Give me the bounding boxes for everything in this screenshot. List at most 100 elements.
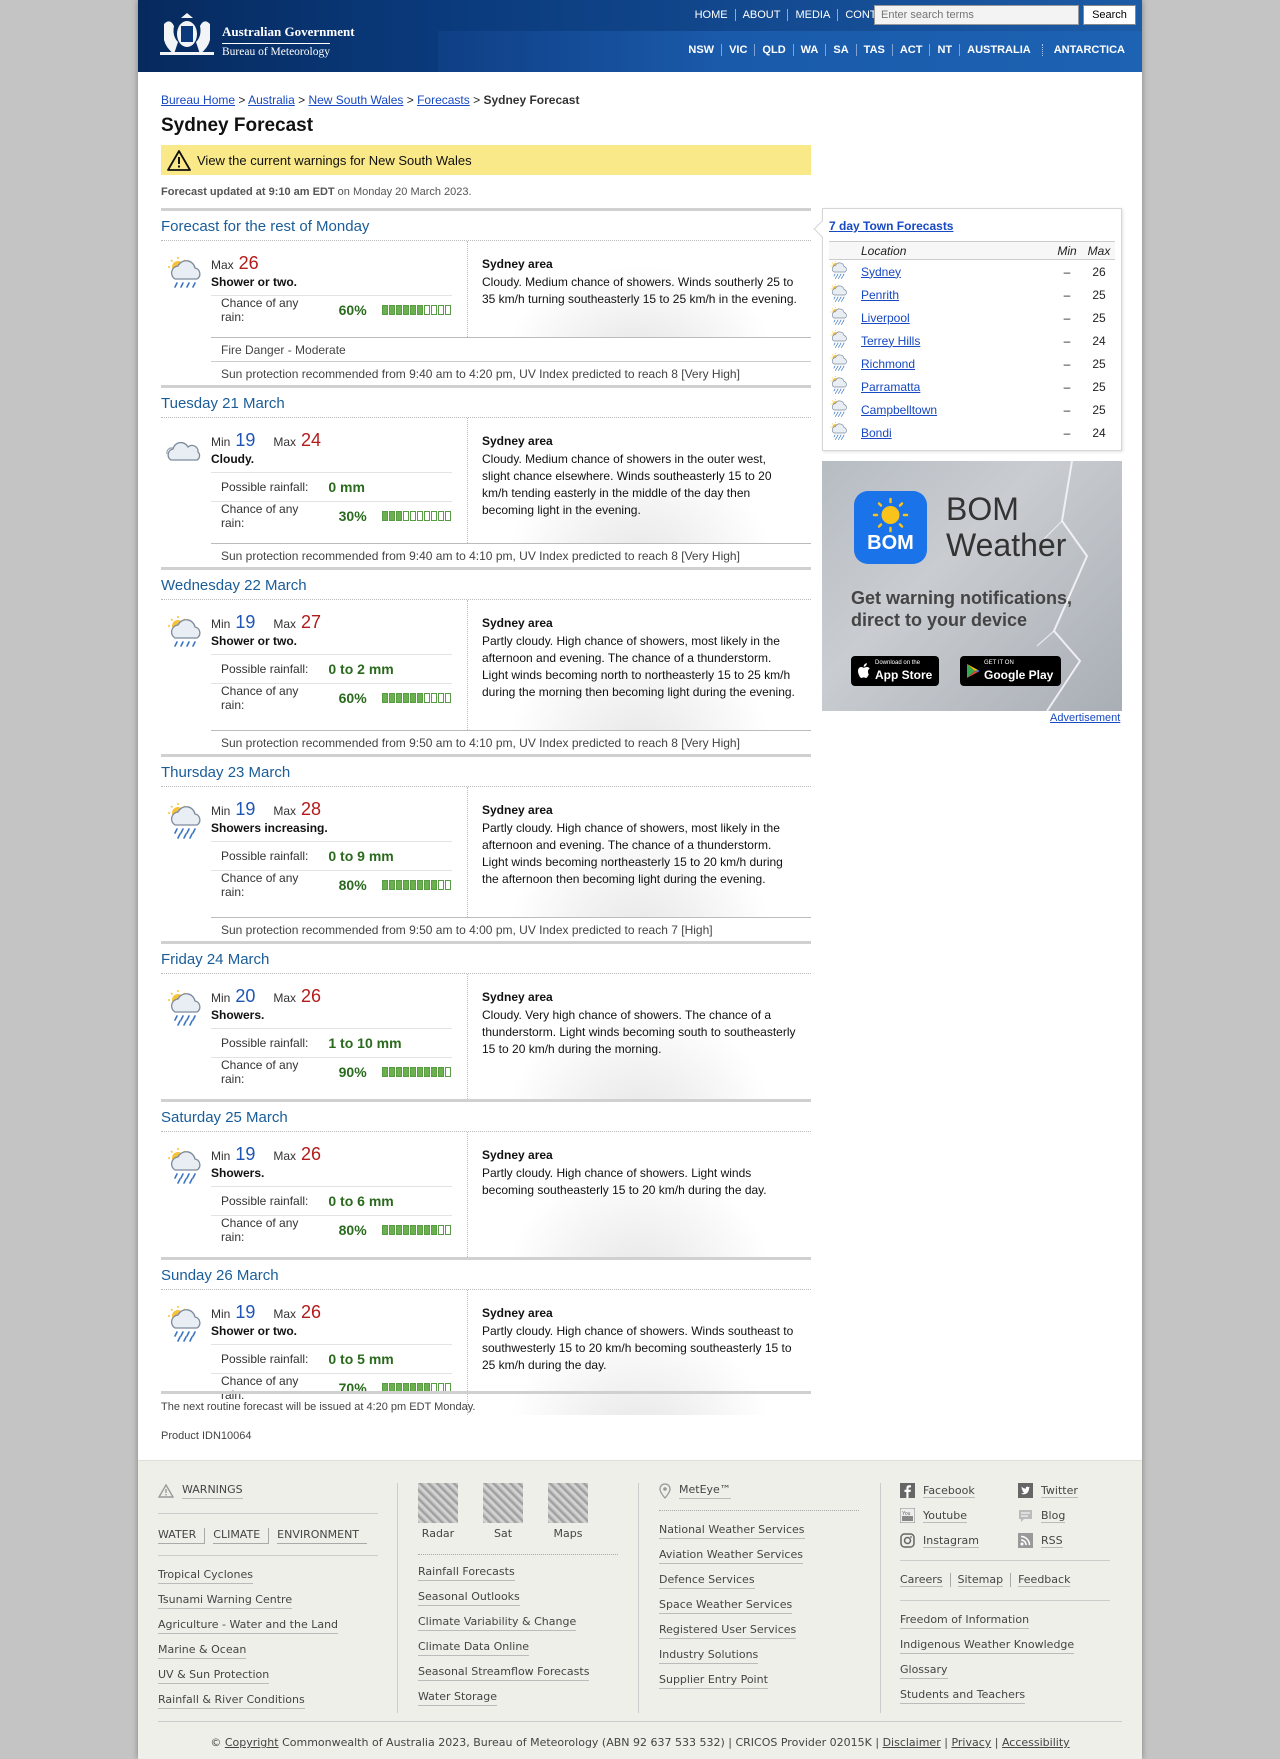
town-link[interactable]: Parramatta: [861, 380, 920, 394]
rain-chance-bars: [382, 1225, 452, 1235]
radar-thumb[interactable]: Radar: [418, 1483, 458, 1540]
instagram-link[interactable]: Instagram: [900, 1533, 1018, 1548]
nav-media[interactable]: MEDIA: [787, 9, 837, 21]
town-link[interactable]: Terrey Hills: [861, 334, 920, 348]
footer-link[interactable]: Glossary: [900, 1663, 948, 1679]
footer-link[interactable]: Industry Solutions: [659, 1648, 759, 1664]
day-summary: Min 19 Max 24 Cloudy. Possible rainfall: 0 mm C…: [211, 418, 452, 530]
nav-tas[interactable]: TAS: [855, 44, 892, 56]
nav-australia[interactable]: AUSTRALIA: [959, 44, 1038, 56]
footer-link[interactable]: Freedom of Information: [900, 1613, 1030, 1629]
footer-tab-environment[interactable]: ENVIRONMENT: [277, 1528, 368, 1544]
footer-link[interactable]: Aviation Weather Services: [659, 1548, 803, 1564]
footer-link[interactable]: Tsunami Warning Centre: [158, 1593, 293, 1609]
facebook-link[interactable]: Facebook: [900, 1483, 1018, 1498]
town-name-cell: Bondi: [861, 421, 1051, 444]
footer-link[interactable]: Water Storage: [418, 1690, 498, 1706]
footer-link[interactable]: Rainfall Forecasts: [418, 1565, 515, 1581]
bom-logo[interactable]: Australian Government Bureau of Meteorol…: [156, 12, 356, 60]
rainfall-value: 0 to 9 mm: [328, 848, 394, 864]
maps-thumb[interactable]: Maps: [548, 1483, 588, 1540]
blog-link[interactable]: Blog: [1018, 1508, 1108, 1523]
footer-link[interactable]: UV & Sun Protection: [158, 1668, 270, 1684]
rss-link[interactable]: RSS: [1018, 1533, 1108, 1548]
feedback-link[interactable]: Feedback: [1018, 1573, 1071, 1587]
town-link[interactable]: Campbelltown: [861, 403, 937, 417]
max-label: Max: [273, 617, 297, 631]
footer-link[interactable]: National Weather Services: [659, 1523, 805, 1539]
nav-nsw[interactable]: NSW: [681, 44, 721, 56]
nav-nt[interactable]: NT: [929, 44, 959, 56]
rainfall-value: 0 to 5 mm: [328, 1351, 394, 1367]
rss-label: RSS: [1041, 1533, 1063, 1548]
footer-link[interactable]: Students and Teachers: [900, 1688, 1026, 1704]
day-extra-info: Sun protection recommended from 9:50 am …: [211, 730, 811, 754]
town-name-cell: Richmond: [861, 352, 1051, 375]
town-link[interactable]: Richmond: [861, 357, 915, 371]
accessibility-link[interactable]: Accessibility: [1002, 1736, 1070, 1749]
footer-link[interactable]: Climate Variability & Change: [418, 1615, 577, 1631]
nav-qld[interactable]: QLD: [754, 44, 792, 56]
facebook-label: Facebook: [923, 1483, 975, 1498]
bom-weather-app-ad[interactable]: BOM BOM Weather Get warning notifications…: [822, 461, 1122, 711]
disclaimer-link[interactable]: Disclaimer: [883, 1736, 941, 1749]
nav-vic[interactable]: VIC: [721, 44, 754, 56]
copyright-link[interactable]: Copyright: [225, 1736, 279, 1749]
footer-tab-water[interactable]: WATER: [158, 1528, 206, 1544]
breadcrumb-australia[interactable]: Australia: [248, 93, 295, 107]
nav-wa[interactable]: WA: [792, 44, 826, 56]
privacy-link[interactable]: Privacy: [951, 1736, 991, 1749]
town-max: 24: [1092, 425, 1106, 440]
sitemap-link[interactable]: Sitemap: [957, 1573, 1004, 1587]
town-link[interactable]: Sydney: [861, 265, 901, 279]
advertisement-link[interactable]: Advertisement: [1050, 712, 1120, 724]
warning-banner[interactable]: View the current warnings for New South …: [161, 145, 811, 175]
footer-link[interactable]: Rainfall & River Conditions: [158, 1693, 305, 1709]
app-store-badge[interactable]: Download on the App Store: [851, 656, 939, 686]
town-forecasts-link[interactable]: 7 day Town Forecasts: [829, 219, 953, 233]
town-link[interactable]: Penrith: [861, 288, 899, 302]
twitter-link[interactable]: Twitter: [1018, 1483, 1108, 1498]
footer-link[interactable]: Marine & Ocean: [158, 1643, 247, 1659]
area-forecast: Sydney area Partly cloudy. High chance of…: [467, 1132, 811, 1257]
footer-link[interactable]: Seasonal Outlooks: [418, 1590, 520, 1606]
footer-link[interactable]: Tropical Cyclones: [158, 1568, 253, 1584]
search-input[interactable]: [874, 5, 1079, 25]
footer-tab-climate[interactable]: CLIMATE: [213, 1528, 270, 1544]
breadcrumb-bureau-home[interactable]: Bureau Home: [161, 93, 235, 107]
footer-warnings[interactable]: WARNINGS: [158, 1483, 378, 1499]
careers-link[interactable]: Careers: [900, 1573, 943, 1587]
th-max: Max: [1083, 241, 1115, 260]
google-play-badge[interactable]: GET IT ON Google Play: [960, 656, 1061, 686]
footer-link[interactable]: Seasonal Streamflow Forecasts: [418, 1665, 590, 1681]
day-summary: Min 19 Max 27 Shower or two. Possible rainfal…: [211, 600, 452, 712]
search-button[interactable]: Search: [1083, 5, 1136, 25]
coat-of-arms-icon: [160, 13, 214, 55]
nav-home[interactable]: HOME: [688, 9, 735, 21]
footer-meteye[interactable]: MetEye™: [659, 1483, 859, 1499]
footer-link[interactable]: Space Weather Services: [659, 1598, 793, 1614]
area-forecast: Sydney area Partly cloudy. High chance of…: [467, 1290, 811, 1415]
footer-link[interactable]: Indigenous Weather Knowledge: [900, 1638, 1075, 1654]
youtube-link[interactable]: You Youtube: [900, 1508, 1018, 1523]
nav-about[interactable]: ABOUT: [734, 9, 788, 21]
breadcrumb-forecasts[interactable]: Forecasts: [417, 93, 470, 107]
town-link[interactable]: Bondi: [861, 426, 892, 440]
google-small-text: GET IT ON: [984, 660, 1014, 666]
nav-act[interactable]: ACT: [891, 44, 930, 56]
town-link[interactable]: Liverpool: [861, 311, 910, 325]
sat-thumb[interactable]: Sat: [483, 1483, 523, 1540]
nav-sa[interactable]: SA: [825, 44, 855, 56]
footer-link[interactable]: Agriculture - Water and the Land: [158, 1618, 339, 1634]
breadcrumb-nsw[interactable]: New South Wales: [308, 93, 403, 107]
nav-antarctica[interactable]: ANTARCTICA: [1041, 44, 1132, 56]
bureau-title: Bureau of Meteorology: [222, 43, 330, 58]
panel-pointer: [813, 220, 831, 238]
footer-link[interactable]: Defence Services: [659, 1573, 755, 1589]
day-body: Max 26 Shower or two. Chance of any rain: 60…: [161, 241, 811, 337]
min-label: Min: [211, 617, 231, 631]
footer-link[interactable]: Registered User Services: [659, 1623, 797, 1639]
weather-icon-wrap: [165, 988, 205, 1028]
footer-link[interactable]: Climate Data Online: [418, 1640, 530, 1656]
footer-link[interactable]: Supplier Entry Point: [659, 1673, 768, 1689]
